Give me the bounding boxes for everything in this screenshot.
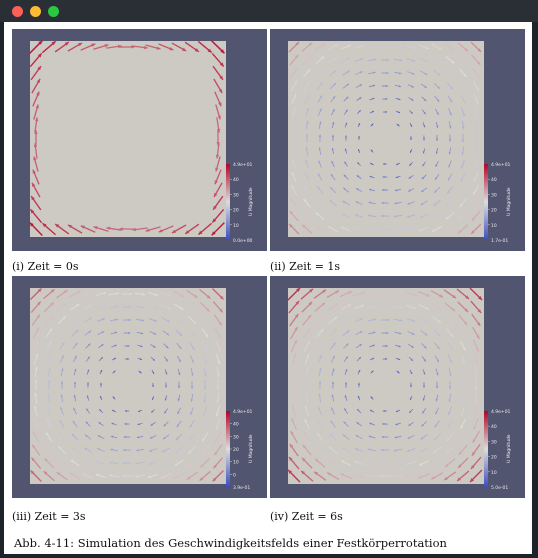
panel-caption: (ii) Zeit = 1s <box>270 260 341 273</box>
simulation-domain <box>288 288 484 484</box>
maximize-button[interactable] <box>48 6 59 17</box>
colorbar-tick-label: 0 <box>233 472 236 478</box>
colorbar-max-label: 4.9e+01 <box>491 409 511 415</box>
colorbar-min-label: 0.0e+00 <box>233 238 253 244</box>
colorbar-tick-label: 10 <box>233 223 239 229</box>
colorbar-tick-label: 30 <box>233 192 239 198</box>
colorbar-max-label: 4.9e+01 <box>233 409 253 415</box>
colorbar-tick-label: 30 <box>233 434 239 440</box>
title-bar <box>0 0 538 22</box>
velocity-field-panel-t1: 4.9e+01 40 30 20 10 1.7e-01 U Magnitude <box>270 29 525 251</box>
simulation-domain <box>30 41 226 237</box>
colorbar <box>484 164 488 240</box>
colorbar-max-label: 4.9e+01 <box>491 162 511 168</box>
colorbar-tick-label: 40 <box>233 422 239 428</box>
colorbar-tick-label: 20 <box>491 208 497 214</box>
colorbar <box>226 411 230 487</box>
simulation-domain <box>288 41 484 237</box>
colorbar-min-label: 5.0e-01 <box>491 485 508 491</box>
colorbar-title: U Magnitude <box>506 434 512 463</box>
colorbar-title: U Magnitude <box>506 187 512 216</box>
panel-caption: (i) Zeit = 0s <box>12 260 79 273</box>
colorbar-tick-label: 40 <box>491 424 497 430</box>
panel-caption: (iv) Zeit = 6s <box>270 510 343 523</box>
simulation-domain <box>30 288 226 484</box>
figure-caption: Abb. 4-11: Simulation des Geschwindigkei… <box>14 536 447 550</box>
velocity-field-plot: 4.9e+01 40 30 20 10 1.7e-01 U Magnitude <box>288 41 512 244</box>
colorbar-tick-label: 40 <box>233 177 239 183</box>
colorbar-max-label: 4.9e+01 <box>233 162 253 168</box>
colorbar-tick-label: 20 <box>491 455 497 461</box>
colorbar-title: U Magnitude <box>248 434 254 463</box>
velocity-field-plot: 4.9e+01 40 30 20 10 0 3.9e-01 U Magnitude <box>30 288 254 491</box>
app-window: 4.9e+01 40 30 20 10 0.0e+00 U Magnitude (i) Ze… <box>0 0 538 558</box>
colorbar-tick-label: 20 <box>233 208 239 214</box>
velocity-field-panel-t3: 4.9e+01 40 30 20 10 0 3.9e-01 U Magnitude <box>12 276 267 498</box>
colorbar-tick-label: 40 <box>491 177 497 183</box>
colorbar-tick-label: 10 <box>233 460 239 466</box>
velocity-field-panel-t6: 4.9e+01 40 30 20 10 5.0e-01 U Magnitude <box>270 276 525 498</box>
panel-caption: (iii) Zeit = 3s <box>12 510 86 523</box>
colorbar <box>226 164 230 240</box>
document-page: 4.9e+01 40 30 20 10 0.0e+00 U Magnitude (i) Ze… <box>4 22 532 554</box>
colorbar-tick-label: 10 <box>491 223 497 229</box>
colorbar-tick-label: 10 <box>491 470 497 476</box>
colorbar-min-label: 3.9e-01 <box>233 485 250 491</box>
colorbar-tick-label: 30 <box>491 439 497 445</box>
colorbar-tick-label: 20 <box>233 447 239 453</box>
colorbar <box>484 411 488 487</box>
colorbar-title: U Magnitude <box>248 187 254 216</box>
velocity-field-plot: 4.9e+01 40 30 20 10 5.0e-01 U Magnitude <box>287 287 512 491</box>
colorbar-min-label: 1.7e-01 <box>491 238 508 244</box>
velocity-field-plot: 4.9e+01 40 30 20 10 0.0e+00 U Magnitude <box>29 40 254 244</box>
colorbar-tick-label: 30 <box>491 192 497 198</box>
minimize-button[interactable] <box>30 6 41 17</box>
close-button[interactable] <box>12 6 23 17</box>
velocity-field-panel-t0: 4.9e+01 40 30 20 10 0.0e+00 U Magnitude <box>12 29 267 251</box>
